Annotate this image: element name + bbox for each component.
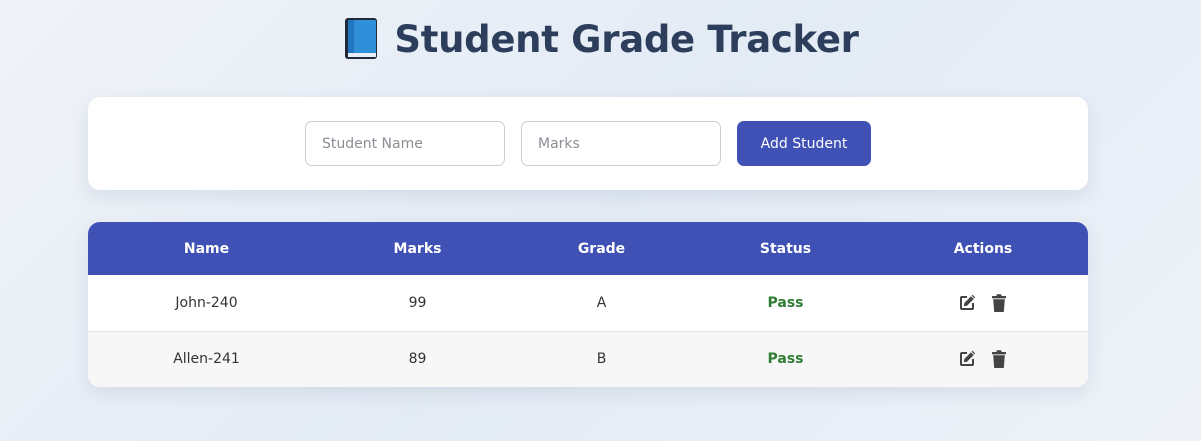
cell-name: John-240 <box>175 294 238 311</box>
column-header-name: Name <box>183 240 230 257</box>
column-header-actions: Actions <box>953 240 1013 257</box>
table-row: Allen-241 89 B Pass <box>88 331 1088 387</box>
students-table-card: Name Marks Grade Status Actions John-240… <box>88 222 1088 387</box>
column-header-grade: Grade <box>577 240 626 257</box>
cell-actions <box>878 331 1088 387</box>
column-header-marks: Marks <box>393 240 442 257</box>
edit-icon[interactable] <box>957 349 977 369</box>
edit-icon[interactable] <box>957 293 977 313</box>
cell-actions <box>878 275 1088 331</box>
cell-marks: 99 <box>408 294 427 311</box>
header: Student Grade Tracker <box>0 16 1201 62</box>
table-header-row: Name Marks Grade Status Actions <box>88 222 1088 275</box>
page-title: Student Grade Tracker <box>342 16 859 62</box>
add-student-form: Add Student <box>88 97 1088 190</box>
title-text: Student Grade Tracker <box>394 17 859 61</box>
trash-icon[interactable] <box>989 349 1009 369</box>
students-table: Name Marks Grade Status Actions John-240… <box>88 222 1088 387</box>
cell-grade: B <box>596 351 607 368</box>
cell-status: Pass <box>767 351 804 368</box>
cell-grade: A <box>596 294 607 311</box>
cell-name: Allen-241 <box>173 351 240 368</box>
marks-input[interactable] <box>521 121 721 166</box>
cell-marks: 89 <box>408 351 427 368</box>
table-row: John-240 99 A Pass <box>88 275 1088 331</box>
student-name-input[interactable] <box>305 121 505 166</box>
cell-status: Pass <box>767 294 804 311</box>
add-student-button[interactable]: Add Student <box>737 121 871 166</box>
column-header-status: Status <box>759 240 812 257</box>
blue-book-icon <box>342 16 382 62</box>
trash-icon[interactable] <box>989 293 1009 313</box>
